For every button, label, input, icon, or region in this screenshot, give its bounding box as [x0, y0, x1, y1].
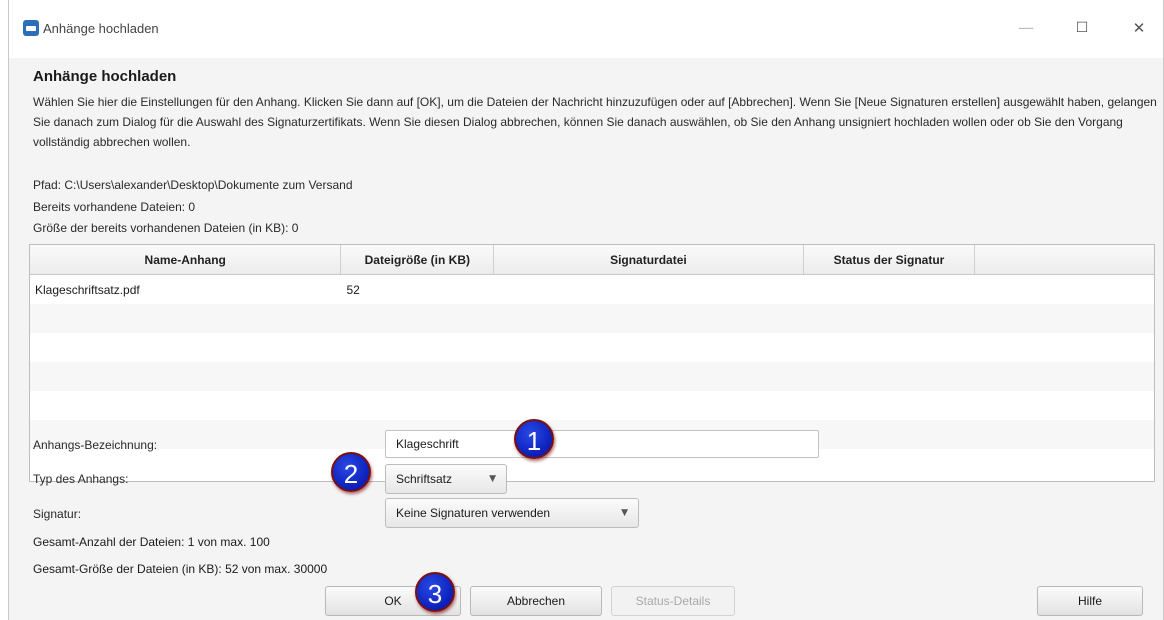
annotation-badge-1: 1: [514, 419, 554, 459]
column-header-empty: [975, 245, 1154, 274]
minimize-icon[interactable]: —: [1011, 14, 1041, 42]
status-details-button[interactable]: Status-Details: [611, 586, 735, 616]
attachment-type-value: Schriftsatz: [396, 472, 453, 486]
attachment-name-input[interactable]: Klageschrift: [385, 430, 819, 458]
table-row-empty: [30, 304, 1154, 333]
cancel-button[interactable]: Abbrechen: [470, 586, 602, 616]
attachment-name-label: Anhangs-Bezeichnung:: [33, 438, 158, 452]
table-row[interactable]: Klageschriftsatz.pdf 52: [30, 275, 1154, 304]
app-icon: [23, 20, 39, 36]
title-bar: Anhänge hochladen — ☐ ✕: [9, 0, 1163, 58]
column-header-signature-status[interactable]: Status der Signatur: [804, 245, 976, 274]
existing-files-info: Bereits vorhandene Dateien: 0: [33, 200, 196, 214]
dialog-window: Anhänge hochladen — ☐ ✕ Anhänge hochlade…: [8, 0, 1164, 620]
signature-value: Keine Signaturen verwenden: [396, 506, 551, 520]
column-header-name[interactable]: Name-Anhang: [30, 245, 342, 274]
table-row-empty: [30, 391, 1154, 420]
attachment-type-label: Typ des Anhangs:: [33, 472, 129, 486]
chevron-down-icon: ▼: [621, 508, 628, 518]
total-size-info: Gesamt-Größe der Dateien (in KB): 52 von…: [33, 562, 328, 576]
column-header-size[interactable]: Dateigröße (in KB): [341, 245, 495, 274]
table-row-empty: [30, 333, 1154, 362]
existing-size-info: Größe der bereits vorhandenen Dateien (i…: [33, 221, 299, 235]
chevron-down-icon: ▼: [489, 474, 496, 484]
path-info: Pfad: C:\Users\alexander\Desktop\Dokumen…: [33, 178, 353, 192]
table-row-empty: [30, 362, 1154, 391]
dialog-heading: Anhänge hochladen: [33, 68, 177, 85]
column-header-signature-file[interactable]: Signaturdatei: [494, 245, 804, 274]
close-icon[interactable]: ✕: [1124, 14, 1154, 42]
cell-size: 52: [346, 282, 360, 297]
cell-name: Klageschriftsatz.pdf: [35, 282, 140, 297]
table-header: Name-Anhang Dateigröße (in KB) Signaturd…: [30, 245, 1154, 275]
annotation-badge-3: 3: [415, 572, 455, 612]
annotation-badge-2: 2: [331, 452, 371, 492]
total-count-info: Gesamt-Anzahl der Dateien: 1 von max. 10…: [33, 535, 270, 549]
window-title: Anhänge hochladen: [43, 21, 159, 36]
dialog-description: Wählen Sie hier die Einstellungen für de…: [33, 95, 1157, 149]
signature-label: Signatur:: [33, 507, 82, 521]
attachment-type-select[interactable]: Schriftsatz ▼: [385, 464, 507, 494]
help-button[interactable]: Hilfe: [1037, 586, 1143, 616]
maximize-icon[interactable]: ☐: [1067, 14, 1097, 42]
signature-select[interactable]: Keine Signaturen verwenden ▼: [385, 498, 639, 528]
